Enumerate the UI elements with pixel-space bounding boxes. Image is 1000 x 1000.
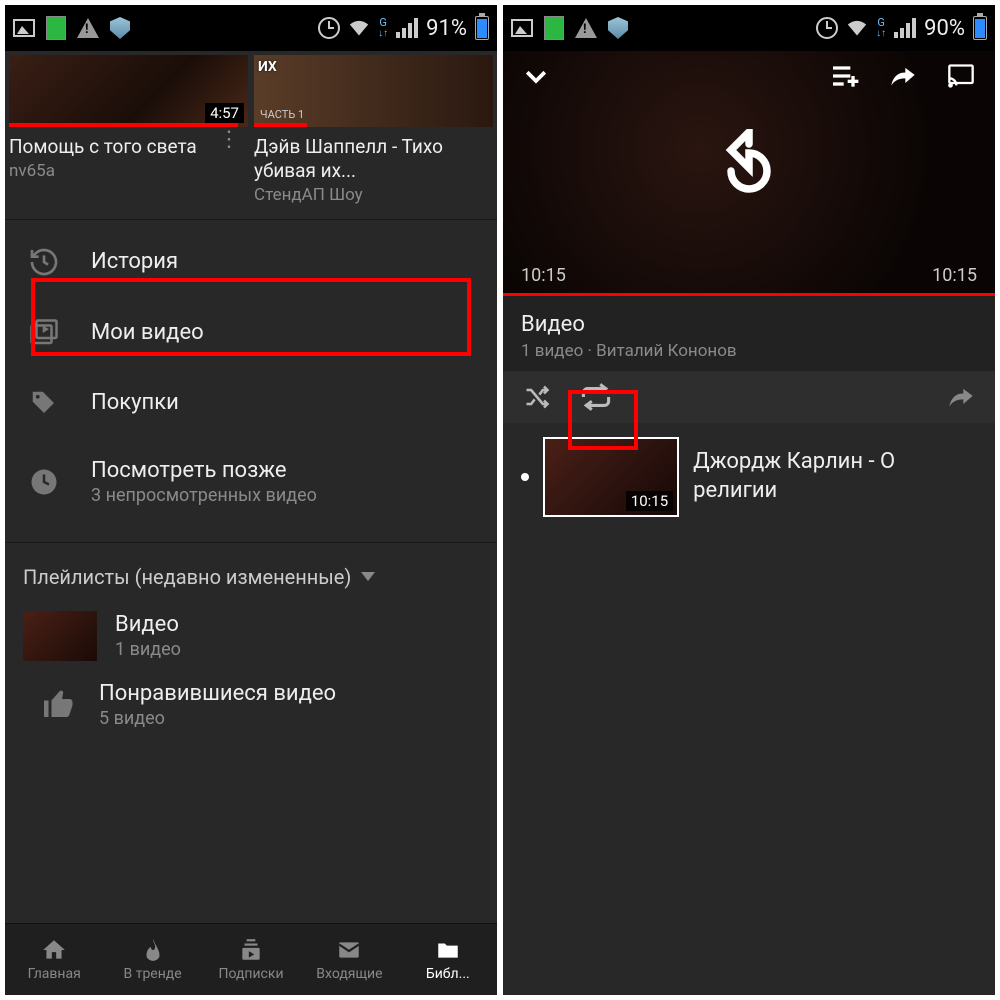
nav-library[interactable]: Библ... [399, 924, 497, 995]
watch-later-sub: 3 непросмотренных видео [91, 485, 317, 506]
replay-icon[interactable] [713, 129, 785, 201]
warning-icon [575, 17, 597, 39]
home-icon [41, 937, 67, 963]
playlist-title: Понравившиеся видео [99, 681, 336, 706]
my-videos-item[interactable]: Мои видео [5, 298, 497, 368]
now-playing-indicator [521, 473, 529, 481]
purchases-item[interactable]: Покупки [5, 368, 497, 438]
cast-icon[interactable] [945, 62, 977, 90]
history-item[interactable]: История [5, 226, 497, 298]
video-player[interactable]: 10:15 10:15 [503, 51, 995, 296]
history-label: История [91, 249, 178, 274]
left-phone-library-screen: G ↓↑ 91% 4:57 Помощь с того света nv65a … [5, 5, 497, 995]
alarm-icon [816, 17, 838, 39]
watch-later-item[interactable]: Посмотреть позже 3 непросмотренных видео [5, 438, 497, 526]
my-videos-icon [25, 318, 63, 348]
status-bar: G ↓↑ 90% [503, 5, 995, 51]
playlists-header[interactable]: Плейлисты (недавно измененные) [5, 543, 497, 601]
thumbs-up-icon [37, 685, 81, 725]
playlist-sub: 1 видео · Виталий Кононов [521, 341, 977, 361]
data-g-icon: G ↓↑ [378, 18, 388, 39]
video-card[interactable]: ИХ ЧАСТЬ 1 Дэйв Шаппелл - Тихо убивая их… [254, 55, 493, 209]
shuffle-icon[interactable] [521, 383, 553, 411]
bottom-nav: Главная В тренде Подписки Входящие Библ.… [5, 923, 497, 995]
video-title: Помощь с того света [9, 135, 210, 159]
history-icon [25, 246, 63, 278]
shield-icon [607, 17, 629, 39]
playlist-thumb [23, 611, 97, 661]
picture-notif-icon [511, 17, 533, 39]
picture-notif-icon [13, 17, 35, 39]
subscriptions-icon [238, 937, 264, 963]
purchases-label: Покупки [91, 390, 179, 415]
battery-icon [475, 16, 489, 40]
video-title: Дэйв Шаппелл - Тихо убивая их... [254, 135, 493, 183]
playlist-sub: 5 видео [99, 708, 336, 729]
nav-inbox[interactable]: Входящие [300, 924, 398, 995]
playlists-header-label: Плейлисты (недавно измененные) [23, 565, 351, 589]
battery-percent: 91% [426, 16, 467, 41]
video-card[interactable]: 4:57 Помощь с того света nv65a ⋮ [9, 55, 248, 209]
more-icon[interactable]: ⋮ [210, 135, 248, 145]
nav-subscriptions[interactable]: Подписки [202, 924, 300, 995]
wifi-icon [846, 17, 868, 39]
repeat-icon[interactable] [579, 383, 613, 411]
battery-percent: 90% [924, 16, 965, 41]
trending-icon [140, 937, 166, 963]
shield-icon [109, 17, 131, 39]
nav-home[interactable]: Главная [5, 924, 103, 995]
time-current: 10:15 [521, 265, 566, 286]
share-icon[interactable] [887, 62, 919, 90]
liked-videos-item[interactable]: Понравившиеся видео 5 видео [5, 671, 497, 739]
alarm-icon [318, 17, 340, 39]
tag-icon [25, 388, 63, 418]
clock-icon [25, 467, 63, 497]
library-list: История Мои видео Покупки Посмотреть поз… [5, 220, 497, 532]
playlist-title: Видео [115, 612, 181, 637]
mail-icon [336, 937, 362, 963]
battery-icon [973, 16, 987, 40]
playlist-header: Видео 1 видео · Виталий Кононов [503, 296, 995, 371]
playlist-controls [503, 371, 995, 423]
right-phone-player-screen: G ↓↑ 90% 10:15 [503, 5, 995, 995]
signal-icon [396, 18, 418, 38]
recent-videos-row: 4:57 Помощь с того света nv65a ⋮ ИХ ЧАСТ… [5, 51, 497, 209]
app-notif-icon [45, 17, 67, 39]
progress-bar[interactable] [503, 293, 995, 296]
video-duration: 10:15 [626, 491, 673, 511]
status-bar: G ↓↑ 91% [5, 5, 497, 51]
video-title: Джордж Карлин - О религии [693, 448, 977, 505]
collapse-icon[interactable] [521, 61, 551, 91]
dropdown-caret-icon [361, 572, 375, 581]
warning-icon [77, 17, 99, 39]
playlist-sub: 1 видео [115, 639, 181, 660]
video-channel: СтендАП Шоу [254, 185, 493, 205]
video-duration: 4:57 [205, 103, 244, 123]
video-channel: nv65a [9, 161, 210, 181]
progress-bar [9, 123, 238, 127]
playlist-video-item[interactable]: 10:15 Джордж Карлин - О религии [503, 423, 995, 531]
watch-later-label: Посмотреть позже [91, 458, 317, 483]
signal-icon [894, 18, 916, 38]
wifi-icon [348, 17, 370, 39]
share-icon[interactable] [945, 383, 977, 411]
add-to-playlist-icon[interactable] [829, 62, 861, 90]
folder-icon [435, 937, 461, 963]
playlist-title: Видео [521, 312, 977, 337]
playlist-item[interactable]: Видео 1 видео [5, 601, 497, 671]
nav-trending[interactable]: В тренде [103, 924, 201, 995]
data-g-icon: G ↓↑ [876, 18, 886, 39]
time-total: 10:15 [932, 265, 977, 286]
progress-bar [254, 123, 307, 127]
app-notif-icon [543, 17, 565, 39]
video-thumbnail: 10:15 [543, 437, 679, 517]
my-videos-label: Мои видео [91, 320, 204, 345]
